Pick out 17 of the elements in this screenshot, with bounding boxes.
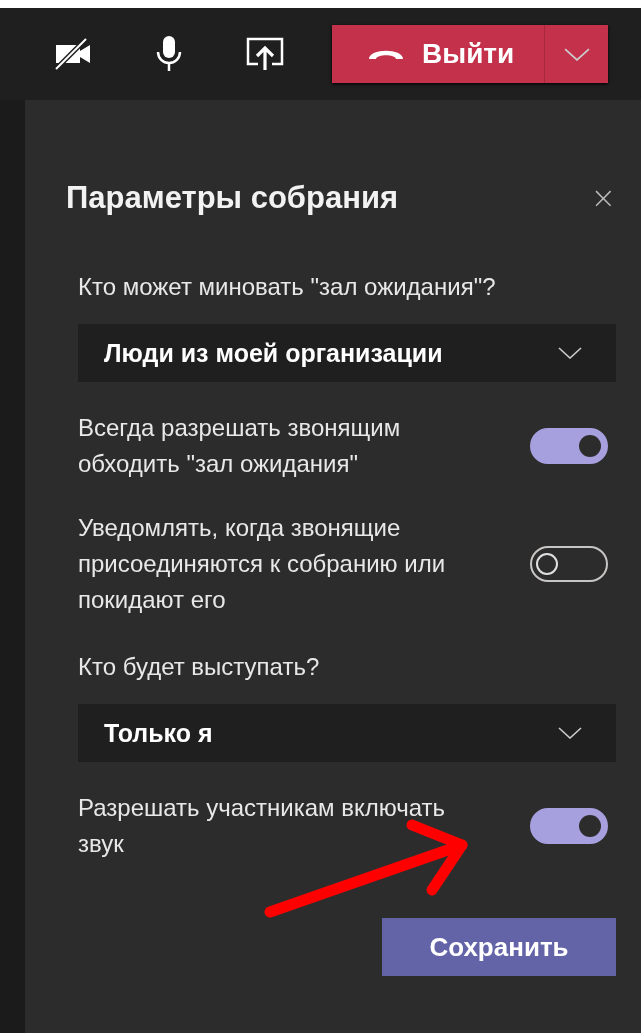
question-label: Кто может миновать "зал ожидания"? — [78, 272, 497, 302]
chevron-down-icon — [558, 347, 582, 359]
toggle-switch[interactable] — [530, 546, 608, 582]
dropdown[interactable]: Люди из моей организации — [78, 324, 616, 382]
panel-title: Параметры собрания — [66, 180, 399, 216]
chevron-down-icon — [563, 47, 590, 61]
leave-button[interactable]: Выйти — [332, 25, 546, 83]
save-button[interactable]: Сохранить — [382, 918, 616, 976]
chevron-down-icon — [558, 727, 582, 739]
toggle-switch[interactable] — [530, 428, 608, 464]
toggle-label: Уведомлять, когда звонящие присоединяются к собранию или покидают его — [78, 513, 447, 615]
toggle-label: Разрешать участникам включать звук — [78, 793, 447, 859]
toggle-switch[interactable] — [530, 808, 608, 844]
close-button[interactable]: × — [590, 183, 616, 213]
toggle-label: Всегда разрешать звонящим обходить "зал ожидания" — [78, 413, 402, 479]
question-label: Кто будет выступать? — [78, 652, 321, 682]
dropdown[interactable]: Только я — [78, 704, 616, 762]
